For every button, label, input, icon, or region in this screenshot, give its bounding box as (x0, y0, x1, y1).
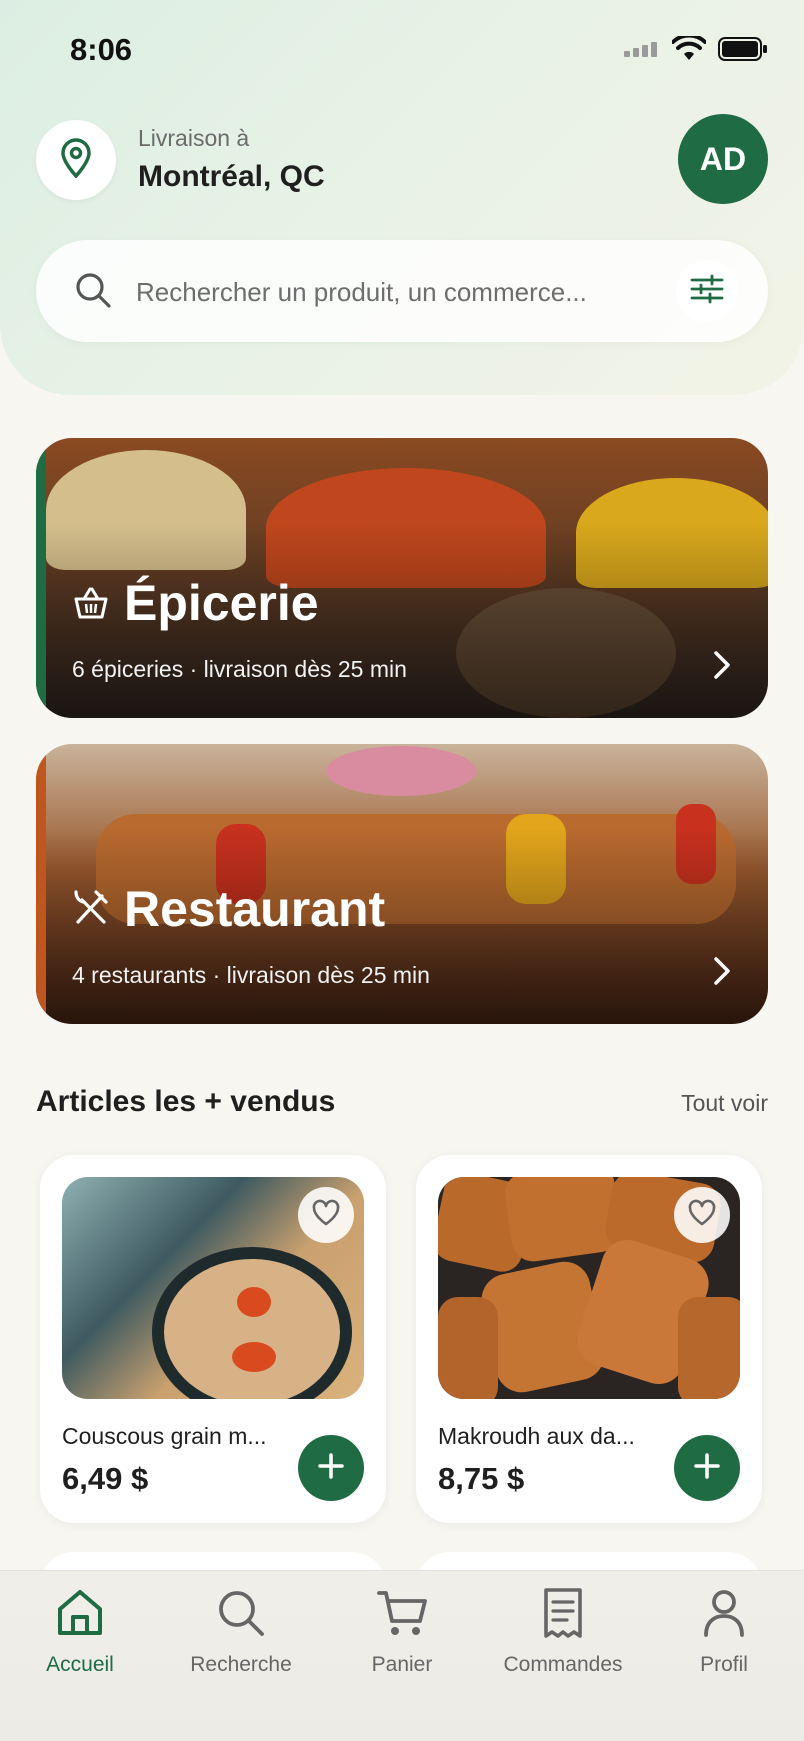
plus-icon (317, 1452, 345, 1485)
basket-icon (72, 574, 110, 632)
wifi-icon (671, 33, 707, 67)
product-name: Couscous grain m... (62, 1423, 267, 1449)
user-icon (702, 1588, 746, 1643)
signal-icon (624, 41, 660, 62)
category-card-restaurant[interactable]: Restaurant 4 restaurants · livraison dès… (36, 744, 768, 1024)
search-bar[interactable] (36, 240, 768, 342)
category-subtitle: 6 épiceries · livraison dès 25 min (72, 656, 407, 682)
receipt-icon (541, 1587, 585, 1644)
favorite-button[interactable] (674, 1187, 730, 1243)
add-to-cart-button[interactable] (674, 1435, 740, 1501)
category-card-epicerie[interactable]: Épicerie 6 épiceries · livraison dès 25 … (36, 438, 768, 718)
heart-icon (311, 1199, 341, 1232)
favorite-button[interactable] (298, 1187, 354, 1243)
tab-label: Commandes (503, 1653, 623, 1676)
tab-label: Recherche (190, 1653, 292, 1676)
tab-bar: Accueil Recherche Panier Commandes Profi… (0, 1570, 804, 1741)
delivery-city[interactable]: Montréal, QC (138, 160, 325, 194)
product-price: 8,75 $ (438, 1461, 525, 1496)
category-subtitle: 4 restaurants · livraison dès 25 min (72, 962, 430, 988)
product-name: Makroudh aux da... (438, 1423, 635, 1449)
tab-commandes[interactable]: Commandes (488, 1583, 638, 1677)
tab-accueil[interactable]: Accueil (5, 1583, 155, 1677)
search-input[interactable] (134, 264, 678, 320)
product-image (62, 1177, 364, 1399)
see-all-link[interactable]: Tout voir (681, 1090, 768, 1117)
tab-label: Accueil (46, 1653, 114, 1676)
cart-icon (376, 1588, 428, 1643)
tab-profil[interactable]: Profil (649, 1583, 799, 1677)
category-accent (36, 744, 46, 1024)
avatar[interactable]: AD (678, 114, 768, 204)
delivery-label: Livraison à (138, 125, 250, 151)
product-card[interactable]: Couscous grain m... 6,49 $ (40, 1155, 386, 1523)
search-icon (216, 1588, 266, 1643)
product-image (438, 1177, 740, 1399)
search-icon (74, 271, 112, 314)
battery-icon (718, 37, 768, 66)
sliders-icon (690, 274, 724, 309)
add-to-cart-button[interactable] (298, 1435, 364, 1501)
category-accent (36, 438, 46, 718)
tab-recherche[interactable]: Recherche (166, 1583, 316, 1677)
product-price: 6,49 $ (62, 1461, 149, 1496)
location-button[interactable] (36, 120, 116, 200)
category-title: Épicerie (124, 575, 319, 631)
section-title: Articles les + vendus (36, 1085, 336, 1118)
chevron-right-icon (712, 650, 732, 685)
status-time: 8:06 (70, 32, 133, 67)
home-icon (54, 1587, 106, 1644)
location-pin-icon (59, 137, 93, 183)
plus-icon (693, 1452, 721, 1485)
tab-label: Profil (700, 1653, 748, 1676)
status-icons (624, 33, 768, 67)
tab-panier[interactable]: Panier (327, 1583, 477, 1677)
tab-label: Panier (371, 1653, 433, 1676)
status-bar: 8:06 (0, 0, 804, 100)
product-card[interactable]: Makroudh aux da... 8,75 $ (416, 1155, 762, 1523)
chevron-right-icon (712, 956, 732, 991)
utensils-icon (72, 880, 110, 938)
heart-icon (687, 1199, 717, 1232)
category-title: Restaurant (124, 881, 386, 937)
filter-button[interactable] (676, 260, 738, 322)
